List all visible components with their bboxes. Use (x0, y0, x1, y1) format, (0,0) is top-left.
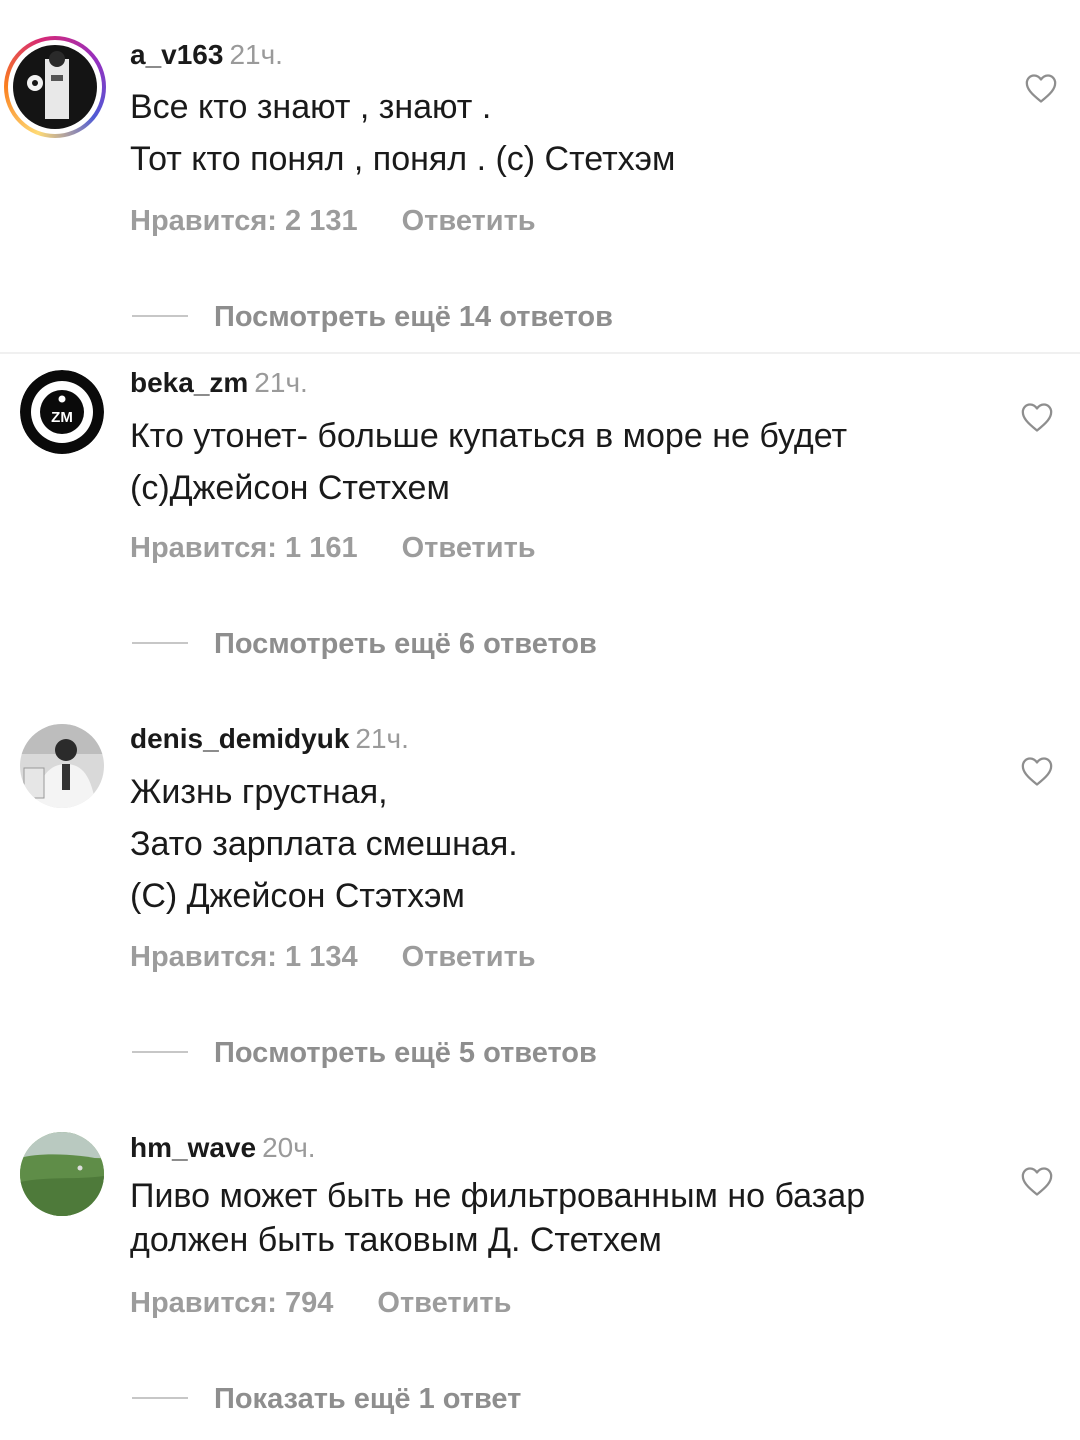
avatar[interactable] (20, 1132, 104, 1216)
heart-outline-icon[interactable] (1020, 755, 1054, 787)
username[interactable]: a_v163 (130, 39, 223, 70)
username[interactable]: denis_demidyuk (130, 723, 349, 754)
view-replies-button[interactable]: Посмотреть ещё 5 ответов (132, 1036, 597, 1070)
comment-line: Все кто знают , знают . (130, 88, 492, 126)
avatar[interactable]: ZM (20, 370, 104, 454)
story-ring[interactable] (4, 36, 106, 138)
timestamp: 21ч. (355, 723, 409, 754)
username[interactable]: beka_zm (130, 367, 248, 398)
comment-line: Кто утонет- больше купаться в море не бу… (130, 417, 848, 455)
reply-button[interactable]: Ответить (402, 532, 536, 564)
heart-outline-icon[interactable] (1020, 1165, 1054, 1197)
replies-line (132, 315, 188, 318)
comment-line: Тот кто понял , понял . (с) Стетхэм (130, 140, 676, 178)
reply-button[interactable]: Ответить (377, 1287, 511, 1319)
heart-outline-icon[interactable] (1020, 401, 1054, 433)
comment-line: должен быть таковым Д. Стетхем (130, 1221, 662, 1259)
like-count[interactable]: Нравится: 794 (130, 1287, 333, 1319)
view-replies-button[interactable]: Посмотреть ещё 14 ответов (132, 300, 613, 334)
avatar-photo-icon (13, 45, 97, 129)
avatar[interactable] (20, 724, 104, 808)
comment-line: (С) Джейсон Стэтхэм (130, 877, 465, 915)
view-replies-button[interactable]: Посмотреть ещё 6 ответов (132, 627, 597, 661)
timestamp: 20ч. (262, 1132, 316, 1163)
replies-line (132, 1051, 188, 1054)
comment-line: Жизнь грустная, (130, 773, 388, 811)
heart-outline-icon[interactable] (1024, 72, 1058, 104)
like-count[interactable]: Нравится: 2 131 (130, 205, 358, 237)
like-count[interactable]: Нравится: 1 134 (130, 941, 358, 973)
avatar[interactable] (13, 45, 97, 129)
timestamp: 21ч. (254, 367, 308, 398)
replies-line (132, 1397, 188, 1400)
avatar-photo-icon (20, 724, 104, 808)
divider (0, 352, 1080, 354)
timestamp: 21ч. (229, 39, 283, 70)
comment-line: (с)Джейсон Стетхем (130, 469, 450, 507)
zm-logo-icon: ZM (20, 370, 104, 454)
view-replies-button[interactable]: Показать ещё 1 ответ (132, 1382, 521, 1416)
comment-text: Пиво может быть не фильтрованным но база… (130, 1174, 990, 1262)
comment-text: Жизнь грустная, Зато зарплата смешная. (… (130, 766, 990, 922)
replies-line (132, 642, 188, 645)
comment-line: Пиво может быть не фильтрованным но база… (130, 1177, 866, 1215)
comment-text: Все кто знают , знают . Тот кто понял , … (130, 81, 990, 185)
reply-button[interactable]: Ответить (402, 205, 536, 237)
avatar-photo-icon (20, 1132, 104, 1216)
comment-line: Зато зарплата смешная. (130, 825, 518, 863)
like-count[interactable]: Нравится: 1 161 (130, 532, 358, 564)
avatar-initials: ZM (51, 409, 73, 426)
reply-button[interactable]: Ответить (402, 941, 536, 973)
comment-text: Кто утонет- больше купаться в море не бу… (130, 410, 990, 514)
username[interactable]: hm_wave (130, 1132, 256, 1163)
